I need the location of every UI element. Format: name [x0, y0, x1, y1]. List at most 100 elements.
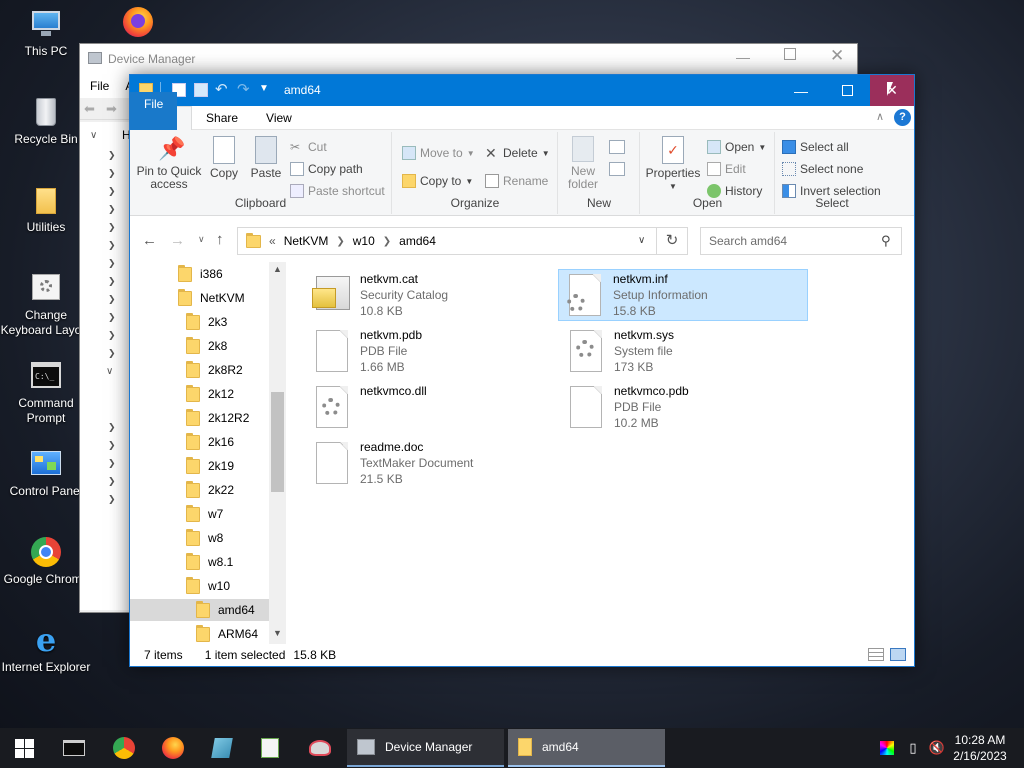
- expand-icon[interactable]: ❯: [108, 204, 116, 215]
- taskbar-device-manager[interactable]: Device Manager: [347, 729, 504, 767]
- collapse-ribbon-icon[interactable]: ∧: [876, 110, 884, 123]
- tray-color-icon[interactable]: [876, 728, 898, 768]
- taskbar-chrome[interactable]: [100, 728, 148, 768]
- explorer-titlebar[interactable]: ↶ ↷ ▼ amd64 — ✕: [130, 75, 914, 106]
- paste-button[interactable]: Paste: [246, 136, 286, 180]
- search-icon[interactable]: ⚲: [881, 233, 891, 249]
- address-bar[interactable]: « NetKVM ❯ w10 ❯ amd64 ∨: [237, 227, 657, 255]
- nav-item[interactable]: w8.1: [186, 551, 233, 573]
- breadcrumb-amd64[interactable]: amd64: [399, 234, 436, 248]
- expand-icon[interactable]: ❯: [108, 240, 116, 251]
- tab-view[interactable]: View: [252, 106, 306, 130]
- details-view-icon[interactable]: [868, 648, 884, 661]
- minimize-button[interactable]: —: [778, 75, 824, 106]
- expand-icon[interactable]: ❯: [108, 330, 116, 341]
- help-icon[interactable]: ?: [894, 109, 911, 126]
- desktop-icon-firefox[interactable]: [92, 6, 184, 42]
- nav-item[interactable]: w8: [186, 527, 223, 549]
- pin-to-quick-access-button[interactable]: 📌 Pin to Quick access: [136, 136, 202, 191]
- nav-item[interactable]: NetKVM: [178, 287, 245, 309]
- cut-button[interactable]: ✂ Cut: [290, 140, 327, 154]
- search-input[interactable]: Search amd64 ⚲: [700, 227, 902, 255]
- file-item[interactable]: netkvm.cat Security Catalog 10.8 KB: [306, 270, 556, 322]
- expand-icon[interactable]: ❯: [108, 222, 116, 233]
- expand-icon[interactable]: ❯: [108, 440, 116, 451]
- open-button[interactable]: Open ▼: [707, 140, 766, 154]
- nav-item[interactable]: 2k12R2: [186, 407, 249, 429]
- forward-icon[interactable]: ➡: [106, 101, 117, 117]
- usb-icon[interactable]: ▯: [902, 728, 924, 768]
- taskbar-app[interactable]: [296, 728, 344, 768]
- recent-locations-icon[interactable]: ∨: [198, 234, 205, 245]
- nav-item[interactable]: w10: [186, 575, 230, 597]
- rename-button[interactable]: Rename: [485, 174, 548, 188]
- nav-item[interactable]: 2k19: [186, 455, 234, 477]
- expand-icon[interactable]: ❯: [108, 422, 116, 433]
- breadcrumb-netkvm[interactable]: NetKVM: [284, 234, 329, 248]
- volume-muted-icon[interactable]: 🔇: [926, 728, 948, 768]
- nav-scrollbar[interactable]: ▲ ▼: [269, 262, 286, 644]
- back-icon[interactable]: ←: [142, 232, 157, 249]
- copy-button[interactable]: Copy: [204, 136, 244, 180]
- up-icon[interactable]: ↑: [216, 231, 224, 248]
- collapse-icon[interactable]: ∨: [90, 130, 97, 141]
- scrollbar-thumb[interactable]: [271, 392, 284, 492]
- file-item[interactable]: netkvm.sys System file 173 KB: [560, 326, 810, 378]
- move-to-button[interactable]: Move to ▼: [402, 146, 475, 160]
- maximize-button[interactable]: [784, 48, 796, 60]
- undo-icon[interactable]: ↶: [215, 80, 228, 98]
- nav-item[interactable]: 2k16: [186, 431, 234, 453]
- tab-share[interactable]: Share: [192, 106, 252, 130]
- select-all-button[interactable]: Select all: [782, 140, 849, 154]
- expand-icon[interactable]: ❯: [108, 258, 116, 269]
- new-item-icon[interactable]: [609, 140, 625, 154]
- clock[interactable]: 10:28 AM 2/16/2023: [950, 732, 1010, 764]
- file-item-selected[interactable]: netkvm.inf Setup Information 15.8 KB: [558, 269, 808, 321]
- taskbar-firefox[interactable]: [149, 728, 197, 768]
- taskbar-app[interactable]: [246, 728, 294, 768]
- nav-item[interactable]: i386: [178, 263, 223, 285]
- close-button[interactable]: ✕: [830, 46, 844, 66]
- file-item[interactable]: netkvmco.dll: [306, 382, 556, 434]
- nav-item[interactable]: 2k22: [186, 479, 234, 501]
- nav-item[interactable]: 2k12: [186, 383, 234, 405]
- forward-icon[interactable]: →: [170, 232, 185, 249]
- copy-to-button[interactable]: Copy to ▼: [402, 174, 473, 188]
- scroll-up-icon[interactable]: ▲: [273, 264, 282, 274]
- file-item[interactable]: netkvmco.pdb PDB File 10.2 MB: [560, 382, 810, 434]
- new-folder-icon[interactable]: [194, 83, 208, 97]
- nav-item[interactable]: 2k8: [186, 335, 227, 357]
- taskbar-cmd[interactable]: [50, 728, 98, 768]
- properties-button[interactable]: ✓ Properties ▼: [645, 136, 701, 193]
- chevron-right-icon[interactable]: ❯: [383, 236, 391, 247]
- expand-icon[interactable]: ❯: [108, 168, 116, 179]
- scroll-down-icon[interactable]: ▼: [273, 628, 282, 638]
- file-item[interactable]: netkvm.pdb PDB File 1.66 MB: [306, 326, 556, 378]
- nav-item-selected[interactable]: amd64: [130, 599, 269, 621]
- nav-item[interactable]: 2k8R2: [186, 359, 243, 381]
- nav-item[interactable]: w7: [186, 503, 223, 525]
- expand-icon[interactable]: ❯: [108, 150, 116, 161]
- expand-icon[interactable]: ❯: [108, 276, 116, 287]
- expand-icon[interactable]: ❯: [108, 458, 116, 469]
- device-manager-titlebar[interactable]: Device Manager — ✕: [80, 44, 857, 74]
- maximize-button[interactable]: [824, 75, 870, 106]
- desktop-icon-internet-explorer[interactable]: e Internet Explorer: [0, 624, 92, 675]
- customize-qat-icon[interactable]: ▼: [259, 83, 269, 94]
- easy-access-icon[interactable]: [609, 162, 625, 176]
- copy-path-button[interactable]: Copy path: [290, 162, 363, 176]
- expand-icon[interactable]: ❯: [108, 312, 116, 323]
- expand-icon[interactable]: ❯: [108, 348, 116, 359]
- menu-file[interactable]: File: [90, 79, 109, 93]
- select-none-button[interactable]: Select none: [782, 162, 863, 176]
- breadcrumb-w10[interactable]: w10: [353, 234, 375, 248]
- file-item[interactable]: readme.doc TextMaker Document 21.5 KB: [306, 438, 556, 490]
- back-icon[interactable]: ⬅: [84, 101, 95, 117]
- delete-button[interactable]: ✕ Delete ▼: [485, 146, 550, 160]
- collapse-icon[interactable]: ∨: [106, 366, 113, 377]
- taskbar-explorer-amd64[interactable]: amd64: [508, 729, 665, 767]
- new-folder-button[interactable]: New folder: [563, 136, 603, 191]
- expand-icon[interactable]: ❯: [108, 476, 116, 487]
- start-button[interactable]: [0, 728, 48, 768]
- chevron-right-icon[interactable]: ❯: [336, 236, 344, 247]
